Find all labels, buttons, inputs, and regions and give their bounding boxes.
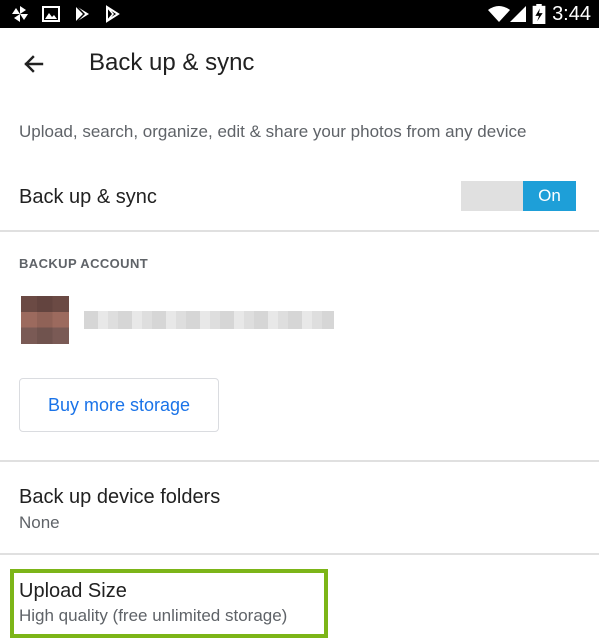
device-folders-label: Back up device folders: [19, 486, 221, 508]
account-email-redacted: [84, 311, 334, 329]
divider: [0, 553, 599, 555]
clock: 3:44: [552, 3, 591, 25]
page-description: Upload, search, organize, edit & share y…: [19, 122, 527, 141]
toggle-on-label: On: [523, 181, 576, 211]
backup-sync-label: Back up & sync: [19, 186, 157, 208]
pinwheel-icon: [12, 6, 28, 22]
arrow-back-icon[interactable]: [18, 48, 50, 80]
section-header-backup-account: BACKUP ACCOUNT: [19, 256, 149, 271]
avatar: [21, 296, 69, 344]
battery-charging-icon: [532, 4, 546, 24]
divider: [0, 230, 599, 232]
page-title: Back up & sync: [89, 49, 255, 76]
highlight-box: [10, 569, 328, 638]
buy-more-storage-button[interactable]: Buy more storage: [19, 378, 219, 432]
device-folders-value: None: [19, 513, 60, 532]
image-icon: [42, 6, 60, 22]
play-icon: [106, 5, 120, 23]
backup-sync-toggle[interactable]: On: [461, 181, 576, 211]
toolbar: Back up & sync: [0, 28, 599, 100]
play-store-icon: [75, 5, 89, 23]
divider: [0, 460, 599, 462]
status-bar: 3:44: [0, 0, 599, 28]
signal-icon: [510, 6, 526, 22]
